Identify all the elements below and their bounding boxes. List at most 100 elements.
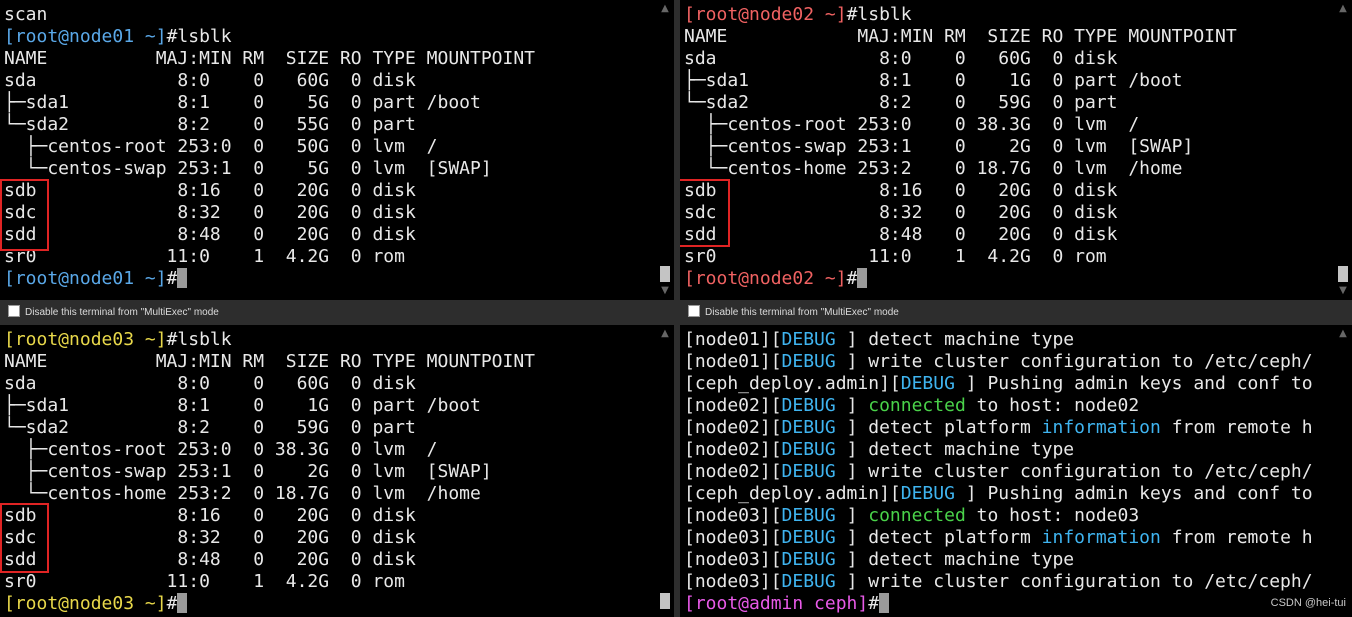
terminal-text: sdc 8:32 0 20G 0 disk [4, 202, 416, 223]
terminal-text: # [868, 593, 880, 614]
terminal-text: ] [835, 395, 869, 416]
terminal-text: DEBUG [781, 549, 836, 570]
terminal-text: DEBUG [781, 571, 836, 592]
terminal-text: ] Pushing admin keys and conf to [954, 373, 1313, 394]
terminal-output[interactable]: [root@node02 ~]#lsblk NAME MAJ:MIN RM SIZ… [684, 4, 1330, 300]
terminal-line: sr0 11:0 1 4.2G 0 rom [4, 246, 652, 268]
terminal-line: └─centos-home 253:2 0 18.7G 0 lvm /home [4, 483, 652, 505]
scrollbar[interactable]: ▲ [656, 325, 674, 617]
terminal-line: [node01][DEBUG ] detect machine type [684, 329, 1330, 351]
terminal-line: [root@node03 ~]#lsblk [4, 329, 652, 351]
terminal-text: [root@admin ceph] [684, 593, 869, 614]
terminal-text: [node03][ [684, 527, 782, 548]
terminal-line: ├─centos-root 253:0 0 38.3G 0 lvm / [4, 439, 652, 461]
scroll-up-icon[interactable]: ▲ [656, 327, 674, 341]
terminal-output[interactable]: [root@node03 ~]#lsblk NAME MAJ:MIN RM SIZ… [4, 329, 652, 617]
terminal-text: to host: node02 [965, 395, 1140, 416]
terminal-line: [node03][DEBUG ] write cluster configura… [684, 571, 1330, 593]
terminal-line: sdb 8:16 0 20G 0 disk [4, 505, 652, 527]
checkbox[interactable] [8, 305, 20, 317]
terminal-line: [root@node02 ~]# [684, 268, 1330, 290]
terminal-text: sdd 8:48 0 20G 0 disk [684, 224, 1118, 245]
terminal-line: NAME MAJ:MIN RM SIZE RO TYPE MOUNTPOINT [684, 26, 1330, 48]
terminal-text: [node01][ [684, 329, 782, 350]
terminal-line: └─sda2 8:2 0 59G 0 part [684, 92, 1330, 114]
terminal-text: scan [4, 4, 48, 25]
scroll-down-icon[interactable]: ▼ [656, 284, 674, 298]
terminal-line: ├─centos-swap 253:1 0 2G 0 lvm [SWAP] [684, 136, 1330, 158]
terminal-pane-node02[interactable]: [root@node02 ~]#lsblk NAME MAJ:MIN RM SIZ… [680, 0, 1352, 300]
cursor [177, 268, 188, 288]
scroll-thumb[interactable] [1338, 266, 1348, 282]
terminal-text: └─centos-home 253:2 0 18.7G 0 lvm /home [684, 158, 1183, 179]
terminal-text: # [846, 268, 858, 289]
terminal-text: ] detect platform [835, 417, 1042, 438]
scroll-thumb[interactable] [660, 266, 670, 282]
terminal-text: ] detect machine type [835, 329, 1075, 350]
terminal-text: DEBUG [900, 373, 955, 394]
terminal-line: [node02][DEBUG ] detect machine type [684, 439, 1330, 461]
multiexec-label: Disable this terminal from "MultiExec" m… [25, 307, 219, 318]
terminal-text: [node02][ [684, 439, 782, 460]
terminal-output[interactable]: scan [root@node01 ~]#lsblk NAME MAJ:MIN RM… [4, 4, 652, 300]
terminal-text: ] detect platform [835, 527, 1042, 548]
scrollbar[interactable]: ▲ [1334, 325, 1352, 617]
terminal-text: [ceph_deploy.admin][ [684, 483, 901, 504]
multiexec-toggle[interactable]: Disable this terminal from "MultiExec" m… [8, 303, 219, 323]
terminal-line: ├─centos-root 253:0 0 38.3G 0 lvm / [684, 114, 1330, 136]
terminal-text: ] [835, 505, 869, 526]
terminal-pane-admin[interactable]: [node01][DEBUG ] detect machine type [nod… [680, 325, 1352, 617]
terminal-line: [node02][DEBUG ] connected to host: node… [684, 395, 1330, 417]
terminal-line: sda 8:0 0 60G 0 disk [684, 48, 1330, 70]
terminal-text: └─sda2 8:2 0 55G 0 part [4, 114, 416, 135]
scroll-thumb[interactable] [660, 593, 670, 609]
terminal-text: [root@node01 ~] [4, 268, 167, 289]
terminal-text: ├─centos-root 253:0 0 38.3G 0 lvm / [4, 439, 438, 460]
terminal-text: sdd 8:48 0 20G 0 disk [4, 549, 416, 570]
terminal-pane-node03[interactable]: [root@node03 ~]#lsblk NAME MAJ:MIN RM SIZ… [0, 325, 674, 617]
terminal-text: information [1041, 417, 1161, 438]
terminal-line: NAME MAJ:MIN RM SIZE RO TYPE MOUNTPOINT [4, 351, 652, 373]
terminal-text: sdd 8:48 0 20G 0 disk [4, 224, 416, 245]
scrollbar[interactable]: ▲ ▼ [656, 0, 674, 300]
terminal-line: sdd 8:48 0 20G 0 disk [4, 549, 652, 571]
scroll-up-icon[interactable]: ▲ [1334, 327, 1352, 341]
terminal-pane-node01[interactable]: scan [root@node01 ~]#lsblk NAME MAJ:MIN RM… [0, 0, 674, 300]
scroll-up-icon[interactable]: ▲ [656, 2, 674, 16]
terminal-line: sdd 8:48 0 20G 0 disk [684, 224, 1330, 246]
terminal-text: #lsblk [166, 329, 232, 350]
terminal-line: ├─centos-swap 253:1 0 2G 0 lvm [SWAP] [4, 461, 652, 483]
scrollbar[interactable]: ▲ ▼ [1334, 0, 1352, 300]
terminal-text: ] write cluster configuration to /etc/ce… [835, 351, 1313, 372]
terminal-text: NAME MAJ:MIN RM SIZE RO TYPE MOUNTPOINT [4, 351, 536, 372]
terminal-line: [root@node01 ~]#lsblk [4, 26, 652, 48]
terminal-text: to host: node03 [965, 505, 1140, 526]
terminal-text: from remote h [1160, 417, 1313, 438]
terminal-line: sdc 8:32 0 20G 0 disk [4, 527, 652, 549]
terminal-text: [node02][ [684, 461, 782, 482]
scroll-down-icon[interactable]: ▼ [1334, 284, 1352, 298]
terminal-line: [node03][DEBUG ] detect machine type [684, 549, 1330, 571]
terminal-line: [node03][DEBUG ] connected to host: node… [684, 505, 1330, 527]
terminal-text: sdb 8:16 0 20G 0 disk [684, 180, 1118, 201]
terminal-line: [node02][DEBUG ] detect platform informa… [684, 417, 1330, 439]
terminal-line: sda 8:0 0 60G 0 disk [4, 70, 652, 92]
terminal-line: sda 8:0 0 60G 0 disk [4, 373, 652, 395]
terminal-line: └─sda2 8:2 0 59G 0 part [4, 417, 652, 439]
terminal-line: NAME MAJ:MIN RM SIZE RO TYPE MOUNTPOINT [4, 48, 652, 70]
terminal-text: [node03][ [684, 549, 782, 570]
cursor [879, 593, 890, 613]
watermark: CSDN @hei-tui [1270, 597, 1346, 609]
terminal-text: [root@node01 ~] [4, 26, 167, 47]
terminal-text: sr0 11:0 1 4.2G 0 rom [4, 246, 405, 267]
terminal-text: └─sda2 8:2 0 59G 0 part [684, 92, 1118, 113]
terminal-text: connected [868, 505, 966, 526]
multiexec-label: Disable this terminal from "MultiExec" m… [705, 307, 899, 318]
checkbox[interactable] [688, 305, 700, 317]
terminal-text: [node02][ [684, 395, 782, 416]
multiexec-toggle[interactable]: Disable this terminal from "MultiExec" m… [688, 303, 899, 323]
terminal-text: [root@node03 ~] [4, 593, 167, 614]
scroll-up-icon[interactable]: ▲ [1334, 2, 1352, 16]
terminal-text: #lsblk [166, 26, 232, 47]
terminal-output[interactable]: [node01][DEBUG ] detect machine type [nod… [684, 329, 1330, 617]
